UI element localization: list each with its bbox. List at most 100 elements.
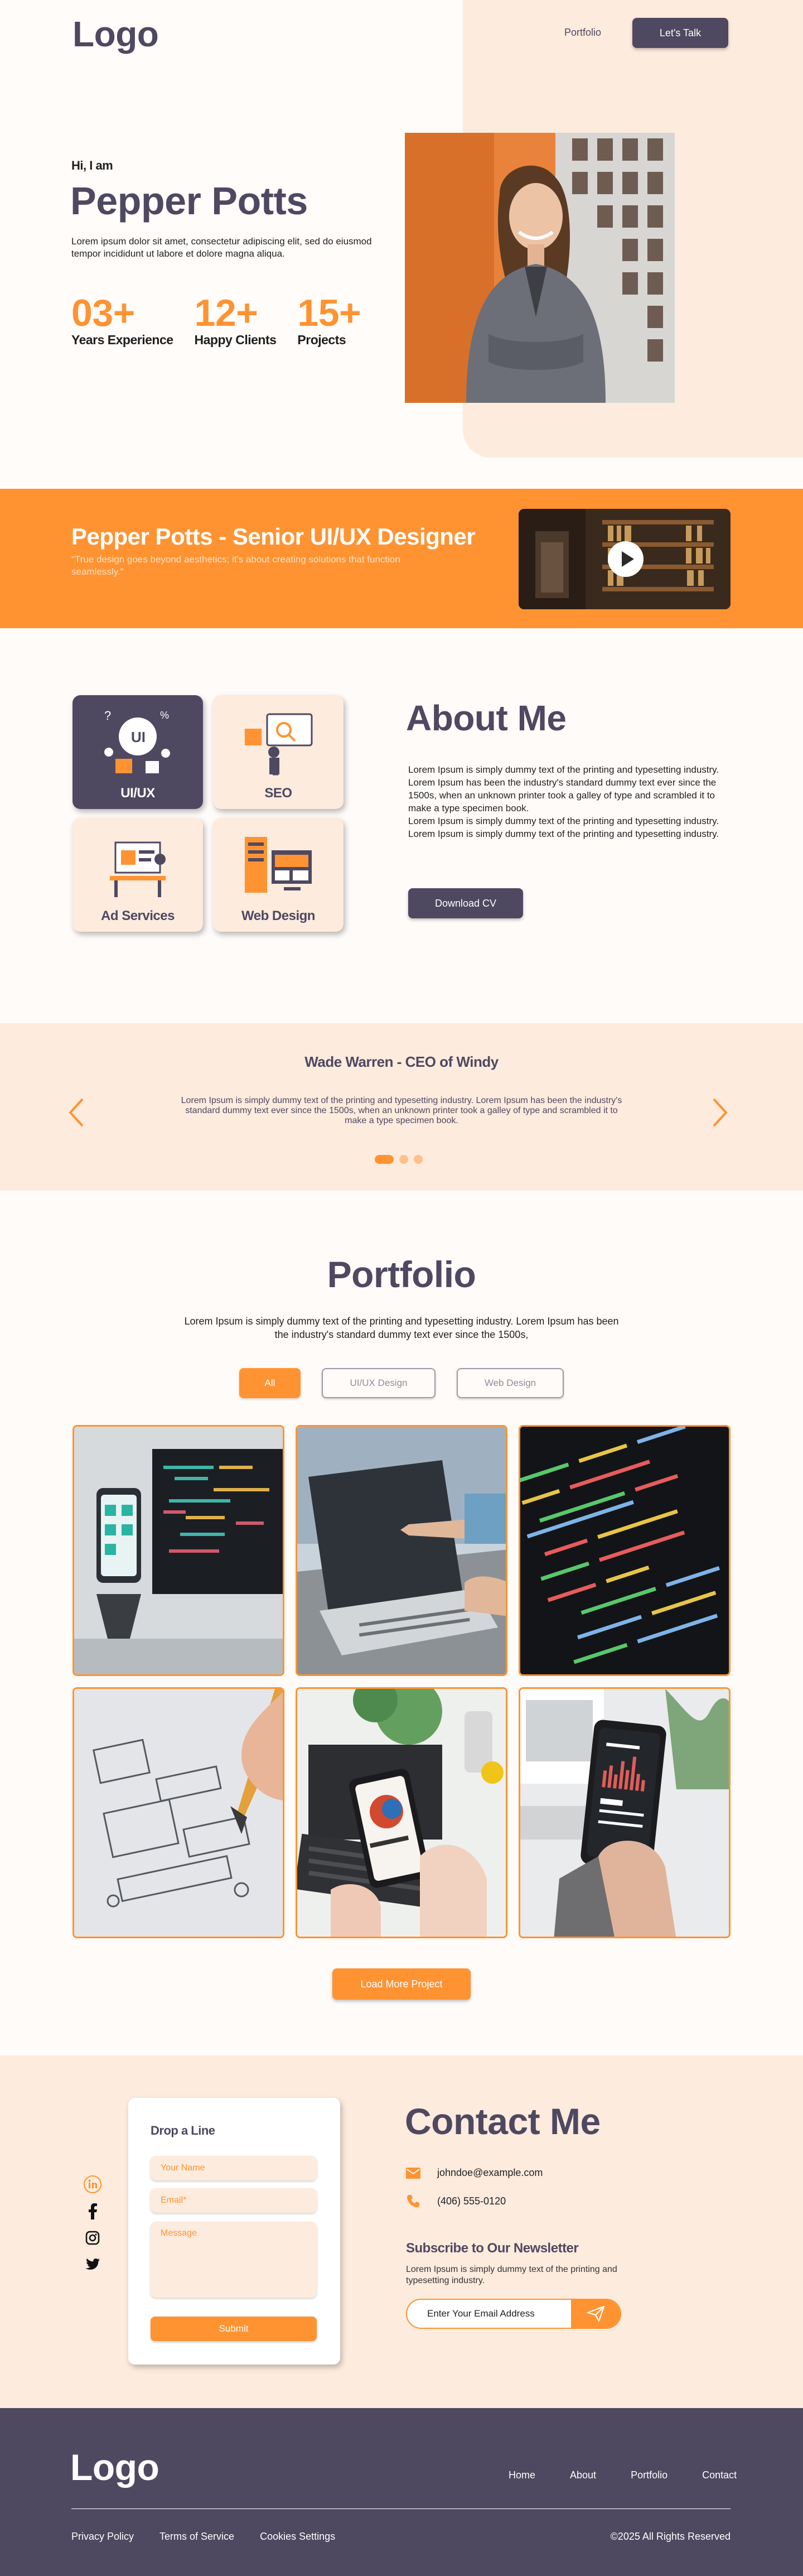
footer-nav: Home About Portfolio Contact — [509, 2469, 737, 2481]
profile-photo — [405, 133, 675, 403]
footer: Logo Home About Portfolio Contact Privac… — [0, 2408, 803, 2576]
twitter-icon[interactable] — [84, 2256, 101, 2273]
hero-greeting: Hi, I am — [71, 158, 113, 172]
chevron-right-icon[interactable] — [708, 1096, 731, 1129]
banner-title: Pepper Potts - Senior UI/UX Designer — [71, 523, 476, 550]
hero-description: Lorem ipsum dolor sit amet, consectetur … — [71, 236, 372, 259]
contact-phone[interactable]: (406) 555-0120 — [406, 2194, 506, 2208]
service-card-uiux[interactable]: UI ? % UI/UX — [72, 695, 203, 809]
load-more-button[interactable]: Load More Project — [332, 1968, 471, 2000]
message-field[interactable] — [151, 2222, 317, 2298]
portfolio-item[interactable] — [519, 1687, 731, 1938]
download-cv-button[interactable]: Download CV — [408, 888, 523, 918]
form-title: Drop a Line — [151, 2124, 215, 2137]
phone-text: (406) 555-0120 — [437, 2195, 506, 2207]
stat-experience: 03+ Years Experience — [71, 293, 173, 348]
about-title: About Me — [406, 698, 567, 738]
newsletter-send-button[interactable] — [571, 2300, 620, 2328]
carousel-dot[interactable] — [375, 1155, 394, 1164]
play-icon[interactable] — [608, 541, 644, 577]
portfolio-item[interactable] — [72, 1425, 284, 1676]
service-card-web-design[interactable]: Web Design — [213, 818, 344, 932]
banner-section: Pepper Potts - Senior UI/UX Designer "Tr… — [0, 489, 803, 628]
portfolio-title: Portfolio — [327, 1254, 476, 1295]
filter-all[interactable]: All — [239, 1368, 301, 1398]
carousel-dots — [375, 1155, 423, 1164]
service-label: Ad Services — [101, 908, 175, 923]
page: Logo Portfolio Let's Talk Hi, I am Peppe… — [0, 0, 803, 2576]
stat-value: 15+ — [297, 292, 361, 334]
footer-divider — [71, 2508, 731, 2509]
stat-projects: 15+ Projects — [297, 293, 361, 348]
facebook-icon[interactable] — [84, 2203, 101, 2219]
newsletter-email-input[interactable] — [407, 2300, 574, 2328]
portfolio-item[interactable] — [296, 1687, 507, 1938]
social-links — [84, 2175, 101, 2273]
service-label: SEO — [264, 786, 292, 801]
contact-email[interactable]: johndoe@example.com — [406, 2167, 543, 2179]
stat-label: Years Experience — [71, 333, 173, 347]
stat-value: 03+ — [71, 292, 135, 334]
banner-quote: "True design goes beyond aesthetics; it'… — [71, 554, 400, 577]
contact-form: Drop a Line Submit — [128, 2098, 340, 2365]
contact-title: Contact Me — [405, 2101, 601, 2142]
legal-links: Privacy Policy Terms of Service Cookies … — [71, 2531, 335, 2543]
portfolio-item[interactable] — [296, 1425, 507, 1676]
ad-services-illustration — [110, 841, 166, 897]
portfolio-description: Lorem Ipsum is simply dummy text of the … — [184, 1316, 619, 1340]
hero-name: Pepper Potts — [70, 179, 308, 223]
svg-text:UI: UI — [131, 729, 146, 745]
carousel-dot[interactable] — [399, 1155, 408, 1164]
portfolio-item[interactable] — [72, 1687, 284, 1938]
testimonial-author: Wade Warren - CEO of Windy — [304, 1053, 499, 1070]
email-field[interactable] — [151, 2188, 317, 2213]
copyright: ©2025 All Rights Reserved — [610, 2531, 731, 2542]
nav-link-portfolio[interactable]: Portfolio — [564, 27, 601, 38]
contact-section: Drop a Line Submit Contact Me johndoe@ex… — [0, 2055, 803, 2408]
stat-value: 12+ — [194, 292, 258, 334]
send-icon — [587, 2305, 605, 2322]
filter-uiux-design[interactable]: UI/UX Design — [322, 1368, 436, 1398]
testimonial-text: Lorem Ipsum is simply dummy text of the … — [181, 1096, 622, 1125]
service-label: Web Design — [241, 908, 315, 923]
footer-link-contact[interactable]: Contact — [702, 2469, 737, 2481]
newsletter-title: Subscribe to Our Newsletter — [406, 2241, 579, 2256]
stat-label: Projects — [297, 333, 346, 347]
linkedin-icon[interactable] — [84, 2175, 101, 2193]
terms-of-service-link[interactable]: Terms of Service — [159, 2531, 234, 2543]
web-design-illustration — [245, 837, 312, 893]
email-text: johndoe@example.com — [437, 2167, 543, 2178]
service-card-ad-services[interactable]: Ad Services — [72, 818, 203, 932]
svg-text:%: % — [160, 710, 169, 721]
hero-section: Logo Portfolio Let's Talk Hi, I am Peppe… — [0, 0, 803, 489]
svg-text:?: ? — [104, 709, 111, 723]
testimonial-section: Wade Warren - CEO of Windy Lorem Ipsum i… — [0, 1023, 803, 1191]
portfolio-filters: All UI/UX Design Web Design — [0, 1368, 803, 1398]
mail-icon — [406, 2167, 420, 2179]
submit-button[interactable]: Submit — [151, 2317, 317, 2341]
lets-talk-button[interactable]: Let's Talk — [632, 18, 728, 48]
stat-label: Happy Clients — [194, 333, 277, 347]
name-field[interactable] — [151, 2156, 317, 2180]
phone-icon — [407, 2195, 419, 2207]
uiux-illustration: UI ? % — [104, 709, 170, 773]
cookies-settings-link[interactable]: Cookies Settings — [260, 2531, 335, 2543]
logo[interactable]: Logo — [72, 13, 159, 55]
stat-clients: 12+ Happy Clients — [195, 293, 277, 348]
footer-link-about[interactable]: About — [570, 2469, 596, 2481]
portfolio-item[interactable] — [519, 1425, 731, 1676]
about-text: Lorem Ipsum is simply dummy text of the … — [408, 764, 719, 839]
footer-link-portfolio[interactable]: Portfolio — [631, 2469, 667, 2481]
footer-logo[interactable]: Logo — [70, 2446, 159, 2488]
chevron-left-icon[interactable] — [66, 1096, 88, 1129]
hero-stats: 03+ Years Experience 12+ Happy Clients 1… — [71, 293, 361, 348]
footer-link-home[interactable]: Home — [509, 2469, 535, 2481]
privacy-policy-link[interactable]: Privacy Policy — [71, 2531, 134, 2543]
seo-illustration — [245, 713, 313, 776]
video-thumbnail[interactable] — [519, 509, 731, 609]
newsletter-form — [406, 2299, 621, 2329]
service-card-seo[interactable]: SEO — [213, 695, 344, 809]
instagram-icon[interactable] — [84, 2230, 101, 2246]
carousel-dot[interactable] — [414, 1155, 423, 1164]
filter-web-design[interactable]: Web Design — [457, 1368, 564, 1398]
